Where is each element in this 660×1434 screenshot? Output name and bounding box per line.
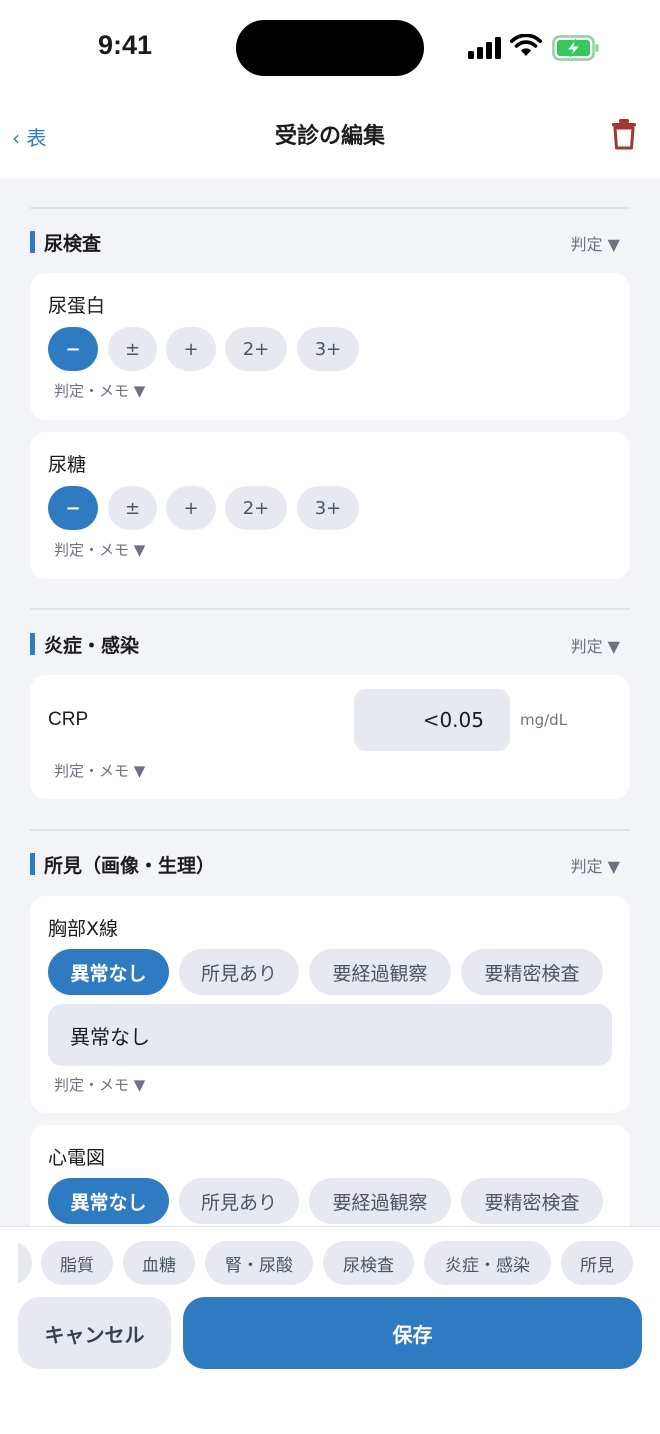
chip-lipid[interactable]: 脂質 [41, 1241, 113, 1285]
unit-label: mg/dL [520, 711, 568, 729]
option-detailed-exam[interactable]: 要精密検査 [461, 949, 603, 995]
memo-toggle[interactable]: 判定・メモ ▼ [54, 539, 145, 560]
battery-charging-icon [552, 35, 599, 61]
section-title: 所見（画像・生理） [44, 855, 216, 877]
option-minus[interactable]: − [48, 486, 98, 530]
option-follow-up[interactable]: 要経過観察 [309, 1178, 451, 1224]
chip-findings[interactable]: 所見 [561, 1241, 633, 1285]
option-follow-up[interactable]: 要経過観察 [309, 949, 451, 995]
cellular-signal-icon [468, 37, 501, 59]
section-title: 尿検査 [44, 233, 102, 255]
trash-icon[interactable] [610, 118, 638, 150]
bottom-bar: 脂質 血糖 腎・尿酸 尿検査 炎症・感染 所見 キャンセル 保存 [0, 1226, 660, 1434]
section-accent-bar [30, 633, 35, 655]
memo-toggle[interactable]: 判定・メモ ▼ [54, 1074, 145, 1095]
field-label: 尿糖 [48, 454, 87, 476]
option-2plus[interactable]: 2+ [225, 486, 287, 530]
section-judge-toggle[interactable]: 判定 ▼ [571, 231, 620, 255]
option-3plus[interactable]: 3+ [297, 486, 359, 530]
section-header-inflammation: 炎症・感染 判定 ▼ [30, 631, 630, 661]
section-judge-toggle[interactable]: 判定 ▼ [571, 853, 620, 877]
section-judge-toggle[interactable]: 判定 ▼ [571, 633, 620, 657]
section-accent-bar [30, 853, 35, 875]
chip-inflammation[interactable]: 炎症・感染 [424, 1241, 551, 1285]
field-label: CRP [48, 709, 89, 730]
card-urine-protein: 尿蛋白 − ± + 2+ 3+ 判定・メモ ▼ [30, 273, 630, 420]
status-bar: 9:41 [0, 0, 660, 98]
field-label: 胸部X線 [48, 918, 119, 940]
chip-blood-sugar[interactable]: 血糖 [123, 1241, 195, 1285]
cancel-button[interactable]: キャンセル [18, 1297, 171, 1369]
option-minus[interactable]: − [48, 327, 98, 371]
chip-urinalysis[interactable]: 尿検査 [323, 1241, 414, 1285]
field-label: 心電図 [48, 1147, 106, 1169]
card-chest-xray: 胸部X線 異常なし 所見あり 要経過観察 要精密検査 異常なし 判定・メモ ▼ [30, 896, 630, 1113]
option-2plus[interactable]: 2+ [225, 327, 287, 371]
status-time: 9:41 [98, 30, 153, 60]
chip-partial[interactable] [18, 1241, 32, 1285]
option-plus[interactable]: + [166, 486, 216, 530]
section-accent-bar [30, 231, 35, 253]
option-plusminus[interactable]: ± [108, 327, 157, 371]
finding-note-input[interactable]: 異常なし [48, 1004, 612, 1066]
card-crp: CRP <0.05 mg/dL 判定・メモ ▼ [30, 675, 630, 799]
option-detailed-exam[interactable]: 要精密検査 [461, 1178, 603, 1224]
page-title: 受診の編集 [274, 124, 385, 149]
option-normal[interactable]: 異常なし [48, 1178, 169, 1224]
option-plus[interactable]: + [166, 327, 216, 371]
section-title: 炎症・感染 [44, 635, 140, 657]
card-urine-sugar: 尿糖 − ± + 2+ 3+ 判定・メモ ▼ [30, 432, 630, 579]
section-header-findings: 所見（画像・生理） 判定 ▼ [30, 851, 630, 881]
option-plusminus[interactable]: ± [108, 486, 157, 530]
memo-toggle[interactable]: 判定・メモ ▼ [54, 760, 145, 781]
memo-toggle[interactable]: 判定・メモ ▼ [54, 380, 145, 401]
chip-kidney-uric-acid[interactable]: 腎・尿酸 [205, 1241, 313, 1285]
crp-value-input[interactable]: <0.05 [354, 689, 510, 751]
field-label: 尿蛋白 [48, 295, 106, 317]
option-findings[interactable]: 所見あり [179, 1178, 299, 1224]
wifi-icon [510, 34, 542, 56]
save-button[interactable]: 保存 [183, 1297, 642, 1369]
navigation-bar: ‹ 表 受診の編集 [0, 98, 660, 178]
dynamic-island [236, 20, 424, 76]
section-divider [30, 829, 630, 831]
option-3plus[interactable]: 3+ [297, 327, 359, 371]
section-divider [30, 608, 630, 610]
section-header-urine: 尿検査 判定 ▼ [30, 229, 630, 259]
option-normal[interactable]: 異常なし [48, 949, 169, 995]
section-divider [30, 207, 630, 209]
option-findings[interactable]: 所見あり [179, 949, 299, 995]
